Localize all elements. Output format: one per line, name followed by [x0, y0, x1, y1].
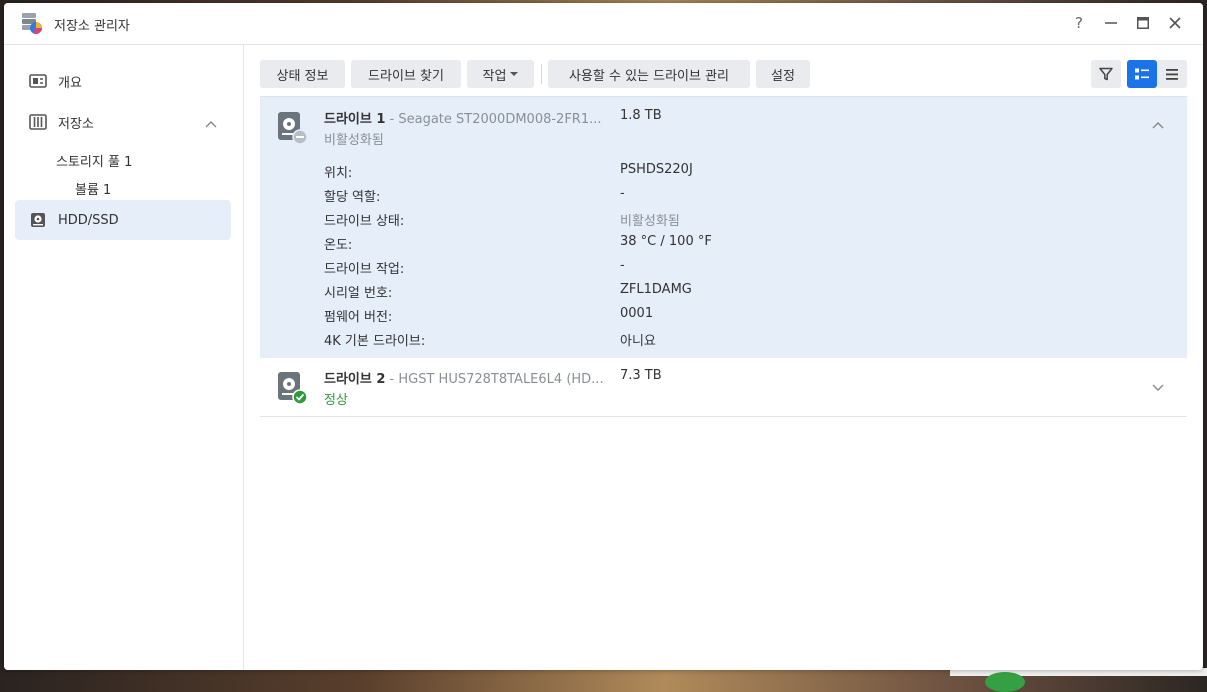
detail-value: -	[620, 186, 625, 201]
chevron-down-icon[interactable]	[1152, 381, 1164, 393]
detail-label: 할당 역할:	[324, 190, 381, 205]
drive-status: 비활성화됨	[324, 133, 384, 148]
title-bar: 저장소 관리자 ?	[4, 3, 1203, 45]
action-dropdown-button[interactable]: 작업	[467, 60, 534, 88]
drive-title: 드라이브 1 - Seagate ST2000DM008-2FR1...	[324, 108, 602, 127]
detail-label: 시리얼 번호:	[324, 286, 393, 301]
detail-value: 아니요	[620, 334, 656, 349]
drive-status: 정상	[324, 393, 348, 408]
maximize-button[interactable]	[1131, 11, 1155, 35]
detail-label: 드라이브 상태:	[324, 214, 405, 229]
minimize-icon	[1105, 22, 1117, 24]
sidebar-item-label: 개요	[58, 75, 82, 91]
sidebar: 개요 저장소 스토리지 풀 1 볼륨 1 HDD/SSD	[4, 45, 244, 670]
hdd-healthy-icon	[278, 372, 308, 405]
detail-value: 38 °C / 100 °F	[620, 234, 712, 249]
drive-name: 드라이브 2	[324, 372, 386, 387]
drive-item-expanded[interactable]: 드라이브 1 - Seagate ST2000DM008-2FR1... 1.8…	[260, 96, 1187, 359]
detail-view-button[interactable]	[1127, 60, 1157, 88]
detail-label: 드라이브 작업:	[324, 262, 405, 277]
drive-model: - Seagate ST2000DM008-2FR1...	[385, 112, 602, 127]
close-icon	[1169, 17, 1181, 29]
toolbar-divider	[541, 64, 542, 84]
sidebar-item-storage[interactable]: 저장소	[15, 102, 231, 142]
maximize-icon	[1137, 17, 1149, 29]
list-icon	[1166, 68, 1178, 80]
detail-list-icon	[1135, 68, 1149, 80]
sidebar-item-label: 저장소	[58, 116, 94, 132]
action-label: 작업	[482, 68, 507, 84]
detail-label: 펌웨어 버전:	[324, 310, 393, 325]
detail-value: 0001	[620, 306, 654, 321]
drive-size: 1.8 TB	[620, 108, 662, 123]
sidebar-item-hdd-ssd[interactable]: HDD/SSD	[15, 200, 231, 240]
chevron-up-icon[interactable]	[205, 119, 217, 131]
sidebar-item-overview[interactable]: 개요	[15, 61, 231, 101]
detail-value: PSHDS220J	[620, 162, 693, 177]
storage-manager-window: 저장소 관리자 ? 개요 저장소 스토리지 풀 1 볼륨 1 HDD/SSD 상…	[4, 3, 1203, 670]
drive-title: 드라이브 2 - HGST HUS728T8TALE6L4 (HD...	[324, 368, 604, 387]
storage-manager-app-icon	[20, 11, 44, 35]
settings-button[interactable]: 설정	[756, 60, 810, 88]
manage-available-drives-button[interactable]: 사용할 수 있는 드라이브 관리	[548, 60, 750, 88]
drive-model: - HGST HUS728T8TALE6L4 (HD...	[385, 372, 604, 387]
sidebar-item-label: HDD/SSD	[58, 212, 119, 228]
detail-value: ZFL1DAMG	[620, 282, 692, 297]
detail-value: -	[620, 258, 625, 273]
minimize-button[interactable]	[1099, 11, 1123, 35]
close-button[interactable]	[1163, 11, 1187, 35]
window-title: 저장소 관리자	[54, 19, 130, 34]
storage-icon	[29, 113, 47, 131]
filter-icon	[1099, 67, 1113, 81]
list-view-button[interactable]	[1157, 60, 1187, 88]
chevron-up-icon[interactable]	[1152, 120, 1164, 132]
find-drive-button[interactable]: 드라이브 찾기	[351, 60, 461, 88]
hdd-icon	[29, 211, 47, 229]
detail-label: 온도:	[324, 238, 353, 253]
drive-name: 드라이브 1	[324, 112, 386, 127]
detail-label: 4K 기본 드라이브:	[324, 334, 426, 349]
caret-down-icon	[510, 72, 519, 76]
detail-label: 위치:	[324, 166, 353, 181]
drive-size: 7.3 TB	[620, 368, 662, 383]
hdd-disabled-icon	[278, 112, 308, 145]
detail-value: 비활성화됨	[620, 214, 680, 229]
desktop-green-element	[985, 672, 1025, 692]
filter-button[interactable]	[1091, 60, 1121, 88]
overview-icon	[29, 72, 47, 90]
help-button[interactable]: ?	[1067, 11, 1091, 35]
sidebar-item-volume[interactable]: 볼륨 1	[75, 179, 111, 198]
status-info-button[interactable]: 상태 정보	[260, 60, 345, 88]
drive-item[interactable]: 드라이브 2 - HGST HUS728T8TALE6L4 (HD... 7.3…	[260, 358, 1187, 417]
sidebar-item-storage-pool[interactable]: 스토리지 풀 1	[56, 151, 132, 170]
